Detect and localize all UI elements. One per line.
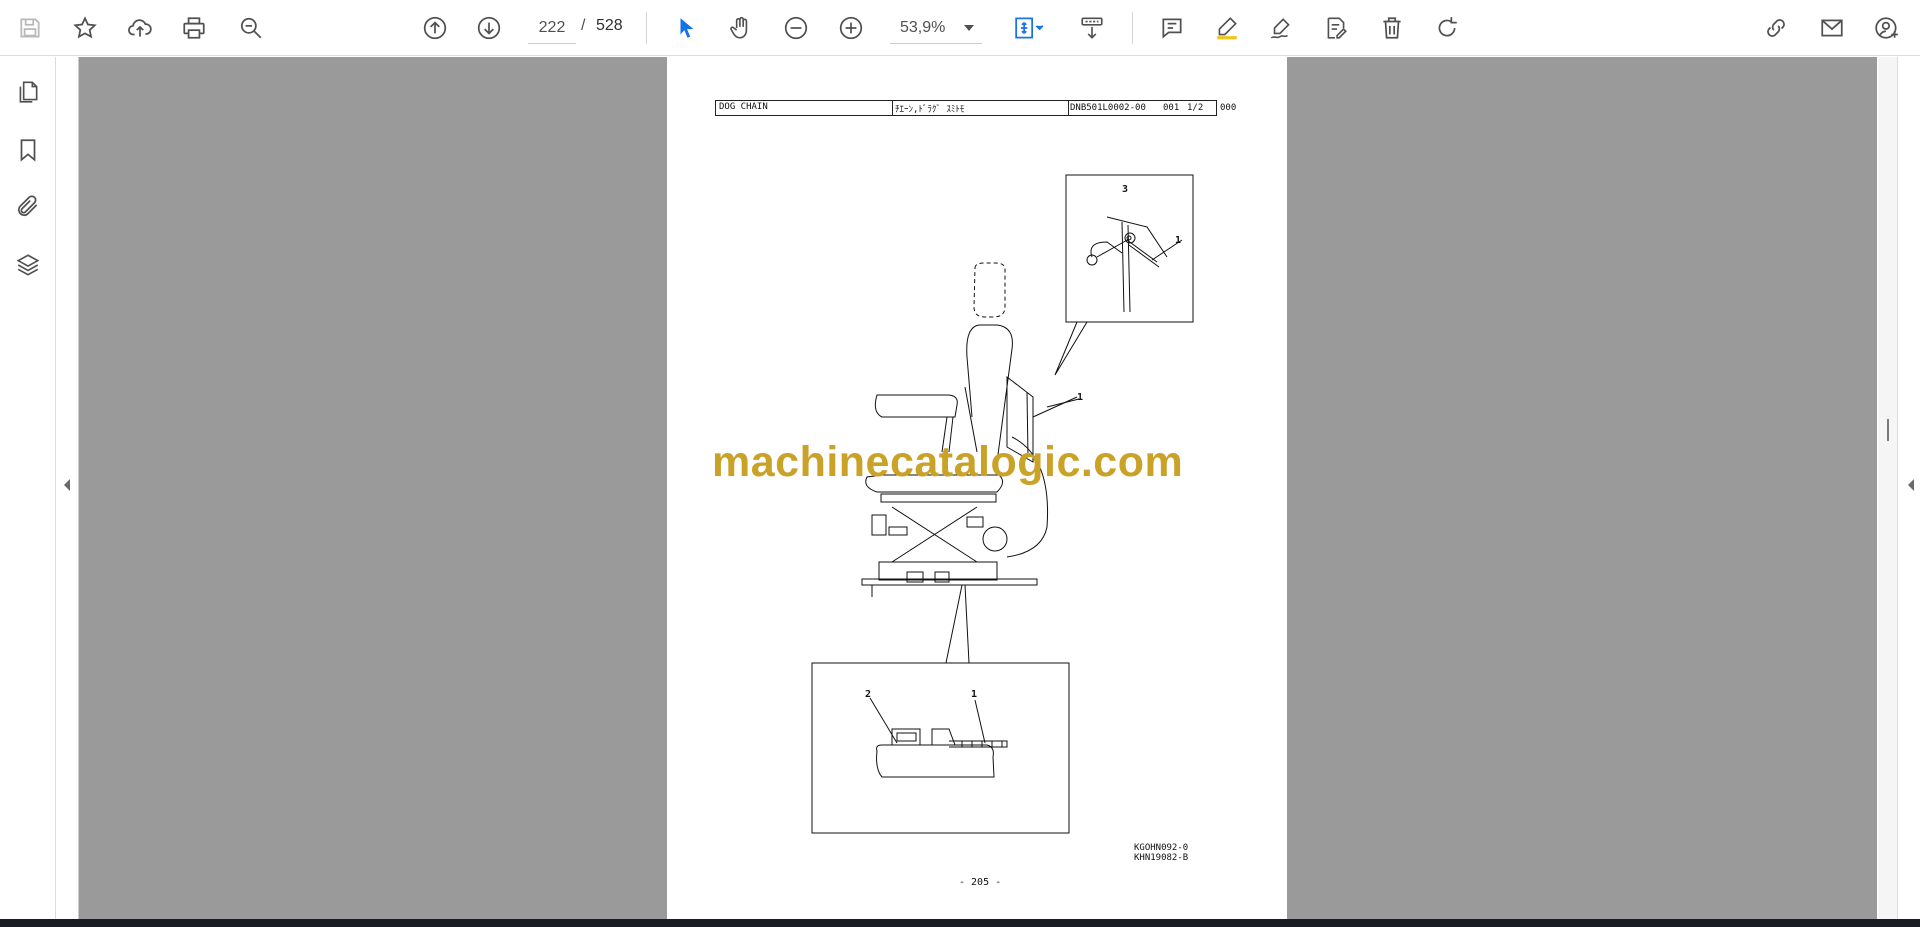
- highlight-pen-icon[interactable]: [1207, 8, 1247, 48]
- hand-pan-icon[interactable]: [721, 8, 761, 48]
- account-icon[interactable]: [1867, 8, 1907, 48]
- edit-pdf-icon[interactable]: [1316, 8, 1356, 48]
- upload-icon[interactable]: [120, 8, 160, 48]
- scroll-mode-icon[interactable]: [1072, 8, 1112, 48]
- window-bottom-edge: [0, 919, 1920, 927]
- scrollbar-thumb[interactable]: [1887, 419, 1889, 441]
- chevron-down-icon: [964, 25, 974, 31]
- main-toolbar: / 528 53,9%: [0, 0, 1920, 56]
- sign-icon[interactable]: [1261, 8, 1301, 48]
- page-footer-number: - 205 -: [959, 877, 1002, 888]
- email-icon[interactable]: [1812, 8, 1852, 48]
- chevron-left-icon[interactable]: [62, 478, 72, 492]
- zoom-value: 53,9%: [900, 18, 946, 36]
- callout-top-3: 3: [1122, 184, 1129, 195]
- select-pointer-icon[interactable]: [667, 8, 707, 48]
- delete-icon[interactable]: [1372, 8, 1412, 48]
- fit-page-icon[interactable]: [1004, 8, 1056, 48]
- zoom-in-icon[interactable]: [831, 8, 871, 48]
- left-navigation-rail: [0, 57, 56, 919]
- page-separator: /: [581, 17, 586, 34]
- callout-bottom-2: 2: [865, 689, 872, 700]
- share-link-icon[interactable]: [1756, 8, 1796, 48]
- print-icon[interactable]: [174, 8, 214, 48]
- attachments-icon[interactable]: [8, 186, 48, 226]
- prev-page-icon[interactable]: [415, 8, 455, 48]
- page-total: 528: [596, 17, 623, 34]
- left-panel-collapse[interactable]: [57, 57, 79, 919]
- callout-bottom-1: 1: [971, 689, 978, 700]
- parts-drawing: [811, 174, 1194, 834]
- vertical-scrollbar[interactable]: [1878, 57, 1898, 919]
- pages-thumbnail-icon[interactable]: [8, 72, 48, 112]
- save-icon[interactable]: [10, 8, 50, 48]
- ref-code-2: KHN19082-B: [1134, 853, 1189, 863]
- page-number-input[interactable]: [528, 12, 576, 44]
- bookmarks-icon[interactable]: [8, 130, 48, 170]
- comment-icon[interactable]: [1152, 8, 1192, 48]
- chevron-left-icon[interactable]: [1906, 478, 1916, 492]
- rotate-icon[interactable]: [1427, 8, 1467, 48]
- zoom-out-icon[interactable]: [776, 8, 816, 48]
- bookmark-star-icon[interactable]: [65, 8, 105, 48]
- layers-icon[interactable]: [8, 245, 48, 285]
- watermark-text: machinecatalogic.com: [712, 438, 1184, 486]
- callout-top-1: 1: [1175, 235, 1182, 246]
- pdf-page: DOG CHAIN ﾁｴｰﾝ,ﾄﾞﾗｸﾞ ｽﾐﾄﾓ DNB501L0002-00…: [667, 57, 1287, 919]
- next-page-icon[interactable]: [469, 8, 509, 48]
- toolbar-divider: [1132, 12, 1133, 44]
- ref-code-1: KGOHN092-0: [1134, 843, 1189, 853]
- callout-seat-1: 1: [1077, 392, 1084, 403]
- toolbar-divider: [646, 12, 647, 44]
- find-icon[interactable]: [231, 8, 271, 48]
- zoom-select[interactable]: 53,9%: [890, 12, 982, 44]
